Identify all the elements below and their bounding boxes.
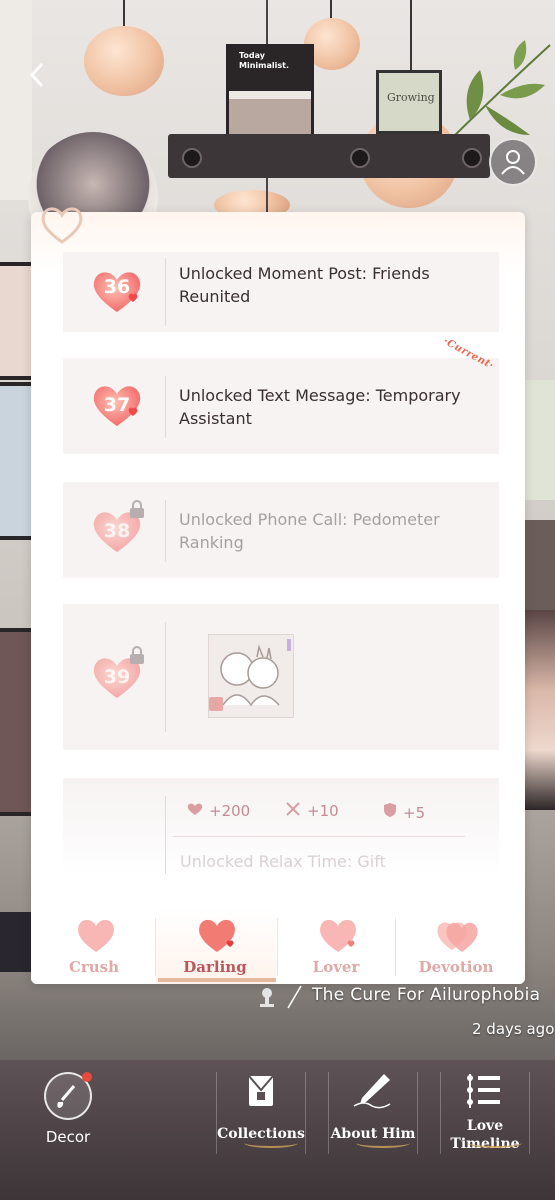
tab-devotion[interactable]: Devotion	[396, 910, 516, 982]
reward-value: +5	[403, 804, 426, 822]
lock-icon	[130, 500, 144, 518]
sticker-thumbnail[interactable]	[208, 634, 294, 718]
poster-text: Today	[239, 51, 265, 60]
level-card-locked[interactable]: 38 Unlocked Phone Call: Pedometer Rankin…	[63, 482, 499, 578]
card-title: Unlocked Phone Call: Pedometer Ranking	[179, 510, 440, 552]
reward-item: +5	[383, 802, 425, 822]
tab-crush[interactable]: Crush	[34, 910, 154, 982]
card-title: Unlocked Moment Post: Friends Reunited	[179, 264, 430, 306]
keyboard	[0, 912, 32, 972]
shelf-knob	[462, 148, 482, 168]
wall-art-right	[525, 380, 555, 500]
heart-icon	[187, 803, 203, 815]
level-number: 39	[103, 666, 131, 688]
love-timeline-button[interactable]: Love Timeline	[438, 1066, 532, 1158]
outline-heart-icon	[41, 207, 83, 244]
story-timestamp: 2 days ago	[472, 1020, 555, 1038]
slash-divider	[287, 985, 302, 1009]
tab-darling[interactable]: Darling	[155, 910, 275, 982]
crossed-swords-icon	[286, 802, 300, 816]
active-tab-indicator	[158, 978, 276, 982]
card-title: Unlocked Text Message: Temporary Assista…	[179, 386, 461, 428]
poster-text: Minimalist.	[239, 61, 289, 70]
reward-value: +10	[307, 802, 339, 820]
decor-button[interactable]: Decor	[36, 1072, 100, 1152]
double-heart-icon	[437, 922, 478, 952]
love-timeline-label-line1: Love	[466, 1118, 504, 1134]
heart-icon	[78, 919, 114, 952]
level-number: 38	[103, 520, 131, 542]
heart-icon	[320, 919, 356, 952]
level-card-locked[interactable]: 39	[63, 604, 499, 750]
level-number: 37	[103, 394, 131, 416]
shelf-knob	[350, 148, 370, 168]
reward-value: +200	[209, 802, 251, 820]
level-card-current[interactable]: 37 Unlocked Text Message: Temporary Assi…	[63, 336, 499, 454]
tab-label: Darling	[183, 958, 247, 976]
reward-item: +10	[285, 802, 339, 820]
wall-shelf	[168, 134, 490, 178]
profile-button[interactable]	[489, 138, 537, 186]
tab-lover[interactable]: Lover	[276, 910, 396, 982]
tab-label: Crush	[68, 958, 120, 976]
line-art-wall	[0, 0, 32, 200]
story-title[interactable]: The Cure For Ailurophobia	[312, 985, 540, 1005]
chibi-sticker-image	[209, 639, 291, 711]
notification-dot	[82, 1072, 92, 1082]
person-icon	[501, 150, 525, 175]
current-tag: ·Current·	[440, 335, 495, 372]
timeline-list-icon	[467, 1074, 500, 1108]
level-number: 36	[103, 276, 131, 298]
decor-label: Decor	[45, 1128, 91, 1146]
shelf-knob	[182, 148, 202, 168]
minimalist-poster: Today Minimalist.	[226, 44, 314, 142]
heart-icon	[199, 919, 235, 952]
tab-label: Devotion	[418, 958, 494, 976]
love-level-panel: 36 Unlocked Moment Post: Friends Reunite…	[31, 212, 525, 984]
level-card[interactable]: 36 Unlocked Moment Post: Friends Reunite…	[63, 252, 499, 332]
tab-label: Lover	[312, 958, 360, 976]
about-him-button[interactable]: About Him	[326, 1066, 420, 1158]
character-figure	[524, 610, 555, 810]
pendant-lamp	[84, 26, 164, 96]
shield-icon	[384, 803, 396, 817]
collections-button[interactable]: Collections	[214, 1066, 308, 1158]
card-title-faded: Unlocked Relax Time: Gift	[180, 852, 386, 871]
reward-item: +200	[187, 802, 250, 820]
phone-stand-icon	[260, 988, 274, 1007]
sign-text: Growing	[387, 91, 435, 104]
pen-icon	[353, 1074, 391, 1109]
lock-icon	[130, 646, 144, 664]
back-chevron-icon[interactable]	[28, 62, 46, 88]
wall-art-right	[525, 520, 555, 610]
envelope-icon	[248, 1075, 274, 1106]
